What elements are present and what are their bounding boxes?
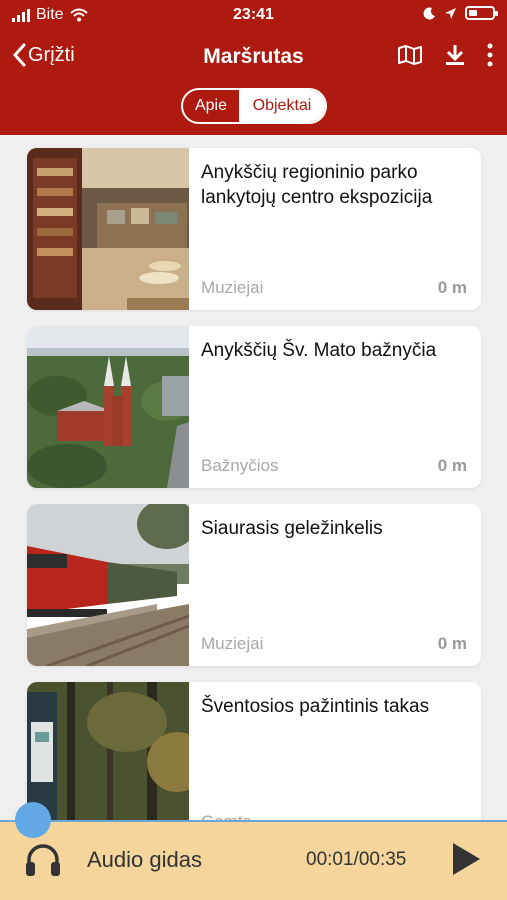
- play-icon[interactable]: [450, 841, 482, 877]
- item-title: Siaurasis geležinkelis: [201, 518, 383, 539]
- item-title: Anykščių regioninio parko lankytojų cent…: [201, 162, 433, 208]
- item-title: Šventosios pažintinis takas: [201, 696, 430, 717]
- item-title: Anykščių Šv. Mato bažnyčia: [201, 340, 437, 361]
- moon-icon: [423, 6, 435, 19]
- museum-photo: [27, 148, 189, 310]
- tab-apie[interactable]: Apie: [183, 90, 239, 122]
- audio-player: Audio gidas 00:01/00:35: [0, 802, 507, 900]
- trail-photo: [27, 682, 189, 820]
- audio-progress-track[interactable]: [0, 820, 507, 822]
- more-vertical-icon[interactable]: [487, 43, 493, 67]
- battery-icon: [465, 6, 498, 20]
- audio-progress-knob[interactable]: [15, 802, 51, 838]
- item-distance: 0 m: [437, 634, 467, 653]
- list-item[interactable]: Anykščių Šv. Mato bažnyčia Bažnyčios 0 m: [27, 326, 481, 488]
- item-category: Bažnyčios: [201, 456, 279, 475]
- download-icon[interactable]: [445, 43, 465, 67]
- tab-objektai[interactable]: Objektai: [239, 90, 325, 122]
- headphones-icon: [26, 844, 60, 876]
- church-photo: [27, 326, 189, 488]
- item-category: Muziejai: [201, 278, 264, 297]
- list-item[interactable]: Šventosios pažintinis takas Gamta: [27, 682, 481, 820]
- train-photo: [27, 504, 189, 666]
- objects-list: Anykščių regioninio parko lankytojų cent…: [0, 135, 507, 820]
- segmented-control: Apie Objektai: [181, 88, 327, 124]
- map-icon[interactable]: [397, 44, 423, 66]
- list-item[interactable]: Anykščių regioninio parko lankytojų cent…: [27, 148, 481, 310]
- location-icon: [445, 7, 456, 19]
- list-item[interactable]: Siaurasis geležinkelis Muziejai 0 m: [27, 504, 481, 666]
- audio-time: 00:01/00:35: [306, 849, 407, 870]
- audio-label: Audio gidas: [87, 847, 202, 872]
- item-distance: 0 m: [437, 278, 467, 297]
- status-bar: Bite 23:41: [0, 0, 507, 30]
- app-header: Bite 23:41 Grįžti Maršrutas Apie Objekta…: [0, 0, 507, 135]
- item-category: Muziejai: [201, 634, 264, 653]
- item-category: Gamta: [201, 812, 252, 820]
- item-distance: 0 m: [437, 456, 467, 475]
